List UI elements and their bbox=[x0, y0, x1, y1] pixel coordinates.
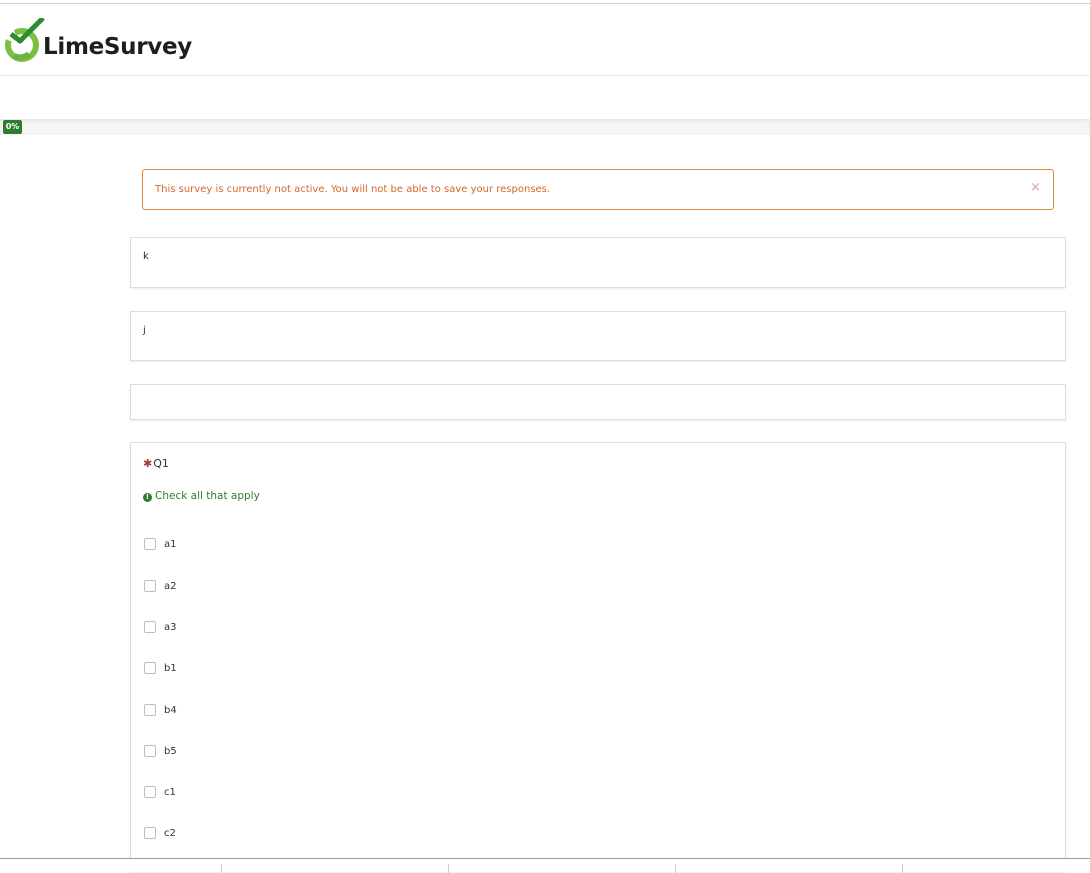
question-empty bbox=[130, 384, 1066, 420]
answer-label[interactable]: b1 bbox=[164, 663, 177, 674]
mandatory-asterisk-icon: ✱ bbox=[143, 457, 153, 470]
checkbox[interactable] bbox=[144, 827, 156, 839]
brand-logo[interactable]: LimeSurvey bbox=[3, 18, 192, 68]
alert-message: This survey is currently not active. You… bbox=[155, 184, 551, 195]
checkbox[interactable] bbox=[144, 538, 156, 550]
answer-option[interactable]: c2 bbox=[144, 825, 176, 841]
answer-label[interactable]: a2 bbox=[164, 581, 177, 592]
answer-label[interactable]: a3 bbox=[164, 622, 177, 633]
exclamation-circle-icon: ! bbox=[143, 493, 152, 502]
question-j: j bbox=[130, 311, 1066, 361]
navbar: LimeSurvey bbox=[0, 4, 1090, 76]
answer-option[interactable]: c1 bbox=[144, 784, 176, 800]
answer-option[interactable]: b1 bbox=[144, 660, 177, 676]
question-text: k bbox=[143, 251, 149, 262]
checkbox[interactable] bbox=[144, 662, 156, 674]
answer-label[interactable]: b4 bbox=[164, 705, 177, 716]
question-q1: ✱Q1 ! Check all that apply a1 a2 a3 b1 b4… bbox=[130, 442, 1066, 872]
question-tip: ! Check all that apply bbox=[143, 490, 260, 502]
question-title: ✱Q1 bbox=[143, 457, 169, 470]
checkbox[interactable] bbox=[144, 704, 156, 716]
tip-text: Check all that apply bbox=[155, 490, 260, 502]
checkbox[interactable] bbox=[144, 580, 156, 592]
answer-option[interactable]: b4 bbox=[144, 702, 177, 718]
answer-label[interactable]: a1 bbox=[164, 539, 177, 550]
answer-option[interactable]: a1 bbox=[144, 536, 177, 552]
checkbox[interactable] bbox=[144, 621, 156, 633]
close-icon[interactable]: × bbox=[1030, 180, 1041, 195]
progress-bar: 0% bbox=[0, 119, 1090, 135]
answer-label[interactable]: c1 bbox=[164, 787, 176, 798]
limesurvey-logo-icon bbox=[4, 18, 45, 62]
checkbox[interactable] bbox=[144, 786, 156, 798]
checkbox[interactable] bbox=[144, 745, 156, 757]
answer-option[interactable]: b5 bbox=[144, 743, 177, 759]
question-title-text: Q1 bbox=[153, 457, 169, 470]
answer-option[interactable]: a2 bbox=[144, 578, 177, 594]
answer-option[interactable]: a3 bbox=[144, 619, 177, 635]
question-text: j bbox=[143, 325, 146, 336]
progress-fill: 0% bbox=[3, 120, 22, 134]
answer-label[interactable]: c2 bbox=[164, 828, 176, 839]
bottom-bar bbox=[0, 858, 1090, 873]
question-k: k bbox=[130, 237, 1066, 288]
brand-name: LimeSurvey bbox=[43, 34, 192, 60]
answer-label[interactable]: b5 bbox=[164, 746, 177, 757]
inactive-survey-alert: This survey is currently not active. You… bbox=[142, 169, 1054, 210]
